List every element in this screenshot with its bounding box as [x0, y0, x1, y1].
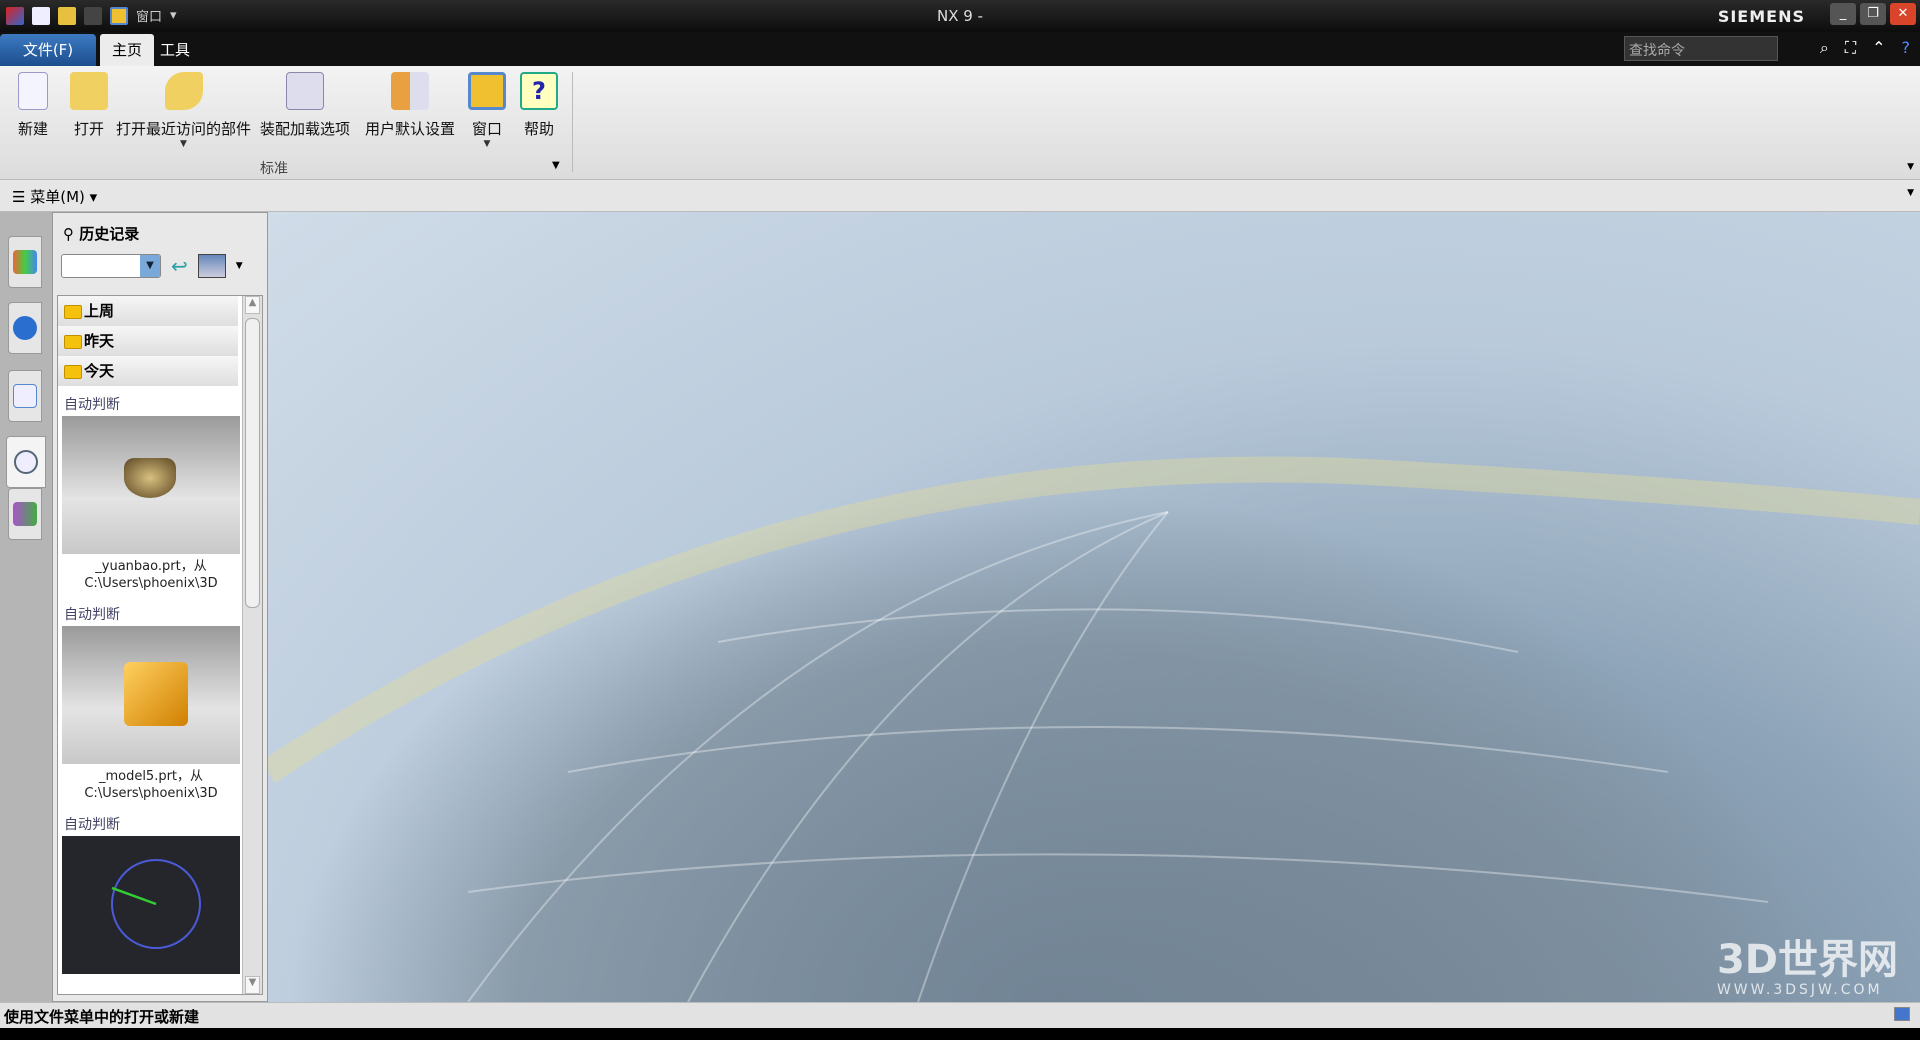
ribbon-tabs: 文件(F) 主页 工具 查找命令 ⌕ ⛶ ⌃ ? [0, 32, 1920, 66]
back-arrow-icon[interactable]: ↩ [171, 254, 188, 278]
group-divider [572, 72, 573, 172]
part-thumbnail [62, 626, 240, 764]
siemens-logo: SIEMENS [1717, 7, 1805, 26]
tab-history[interactable] [6, 436, 46, 488]
pin-icon[interactable]: ⚲ [63, 225, 79, 243]
dropdown-arrow-icon: ▼ [180, 139, 187, 149]
restore-button[interactable]: ❐ [1860, 3, 1886, 25]
scroll-down-icon[interactable]: ▼ [245, 976, 260, 994]
watermark: 3D世界网 WWW.3DSJW.COM [1716, 937, 1898, 998]
help-button[interactable]: ? 帮助 [520, 72, 558, 139]
window-icon [468, 72, 506, 110]
list-item[interactable]: 自动判断 _model5.prt，从 C:\Users\phoenix\3D [62, 602, 240, 806]
tab-web-browser[interactable] [8, 370, 42, 422]
open-button[interactable]: 打开 [70, 72, 108, 139]
menu-bar: ☰ 菜单(M) ▾ ▼ [0, 180, 1920, 212]
recent-parts-icon [164, 72, 203, 110]
scroll-thumb[interactable] [245, 318, 260, 608]
open-folder-icon [70, 72, 108, 110]
tab-information[interactable] [8, 302, 42, 354]
tab-file[interactable]: 文件(F) [0, 34, 96, 66]
tab-assembly-navigator[interactable] [8, 236, 42, 288]
help-icon: ? [520, 72, 558, 110]
chevron-down-icon: ▼ [140, 255, 160, 277]
part-thumbnail [62, 416, 240, 554]
assembly-load-options-button[interactable]: 装配加载选项 [260, 72, 350, 139]
info-icon [13, 316, 37, 340]
view-dropdown-icon[interactable]: ▼ [236, 261, 243, 271]
item-type-label: 自动判断 [64, 817, 120, 833]
tab-roles[interactable] [8, 488, 42, 540]
clock-icon [14, 450, 38, 474]
web-document-icon [13, 384, 37, 408]
status-bar: 使用文件菜单中的打开或新建 [0, 1002, 1920, 1028]
history-filter-dropdown[interactable]: ▼ [61, 254, 161, 278]
window-button[interactable]: 窗口 ▼ [468, 72, 506, 149]
dropdown-arrow-icon: ▼ [483, 139, 491, 149]
menu-icon: ☰ [12, 188, 31, 206]
thumbnail-view-icon[interactable] [197, 254, 226, 278]
menu-button[interactable]: ☰ 菜单(M) ▾ [12, 186, 97, 207]
users-icon [13, 502, 37, 526]
minimize-button[interactable]: _ [1830, 3, 1856, 25]
close-button[interactable]: ✕ [1890, 3, 1916, 25]
group-label-standard: 标准 [260, 161, 288, 177]
status-text: 使用文件菜单中的打开或新建 [4, 1008, 200, 1026]
command-search-input[interactable]: 查找命令 [1624, 36, 1778, 61]
new-file-icon [18, 72, 48, 110]
help-icon[interactable]: ? [1902, 38, 1911, 58]
resource-bar [0, 212, 52, 1002]
yuanbao-model-icon [124, 458, 176, 498]
circle-sketch-icon [111, 859, 201, 949]
group-last-week[interactable]: 上周 [58, 296, 238, 326]
group-yesterday[interactable]: 昨天 [58, 326, 238, 356]
item-type-label: 自动判断 [64, 607, 120, 623]
title-bar: 窗口 ▾ NX 9 - SIEMENS _ ❐ ✕ [0, 0, 1920, 32]
new-button[interactable]: 新建 [18, 72, 48, 139]
panel-title: ⚲ 历史记录 [63, 225, 140, 243]
fullscreen-toggle-icon[interactable] [1894, 1007, 1910, 1021]
list-item[interactable]: 自动判断 _yuanbao.prt，从 C:\Users\phoenix\3D [62, 392, 240, 596]
fullscreen-icon[interactable]: ⛶ [1845, 38, 1856, 58]
item-type-label: 自动判断 [64, 397, 120, 413]
part-thumbnail [62, 836, 240, 974]
scroll-up-icon[interactable]: ▲ [245, 296, 260, 314]
scrollbar[interactable]: ▲ ▼ [242, 296, 262, 994]
tab-tools[interactable]: 工具 [148, 34, 202, 66]
box-model-icon [124, 662, 188, 726]
history-list: 上周 昨天 今天 自动判断 _yuanbao.prt，从 C:\Users\pho… [57, 295, 263, 995]
history-panel: ⚲ 历史记录 ▼ ↩ ▼ 上周 昨天 今天 自动判断 _yuanbao.prt，… [52, 212, 268, 1002]
graphics-window[interactable]: 3D世界网 WWW.3DSJW.COM [268, 212, 1920, 1002]
globe-background [268, 456, 1920, 1002]
group-options-icon[interactable]: ▼ [552, 160, 560, 171]
taskbar [0, 1028, 1920, 1040]
group-today[interactable]: 今天 [58, 356, 238, 386]
collapse-ribbon-icon[interactable]: ⌃ [1872, 38, 1885, 58]
books-icon [13, 250, 37, 274]
ribbon: 新建 打开 打开最近访问的部件 ▼ 装配加载选项 用户默认设置 窗口 ▼ ? 帮助 标… [0, 66, 1920, 180]
user-defaults-button[interactable]: 用户默认设置 [365, 72, 455, 139]
search-icon[interactable]: ⌕ [1820, 38, 1829, 58]
toolbar-options-icon[interactable]: ▼ [1907, 188, 1914, 198]
ribbon-options-icon[interactable]: ▼ [1907, 162, 1914, 172]
list-item[interactable]: 自动判断 [62, 812, 240, 974]
open-recent-button[interactable]: 打开最近访问的部件 ▼ [116, 72, 251, 149]
window-title: NX 9 - [937, 7, 983, 25]
tab-home[interactable]: 主页 [100, 34, 155, 66]
wrench-list-icon [286, 72, 324, 110]
user-settings-icon [391, 72, 429, 110]
